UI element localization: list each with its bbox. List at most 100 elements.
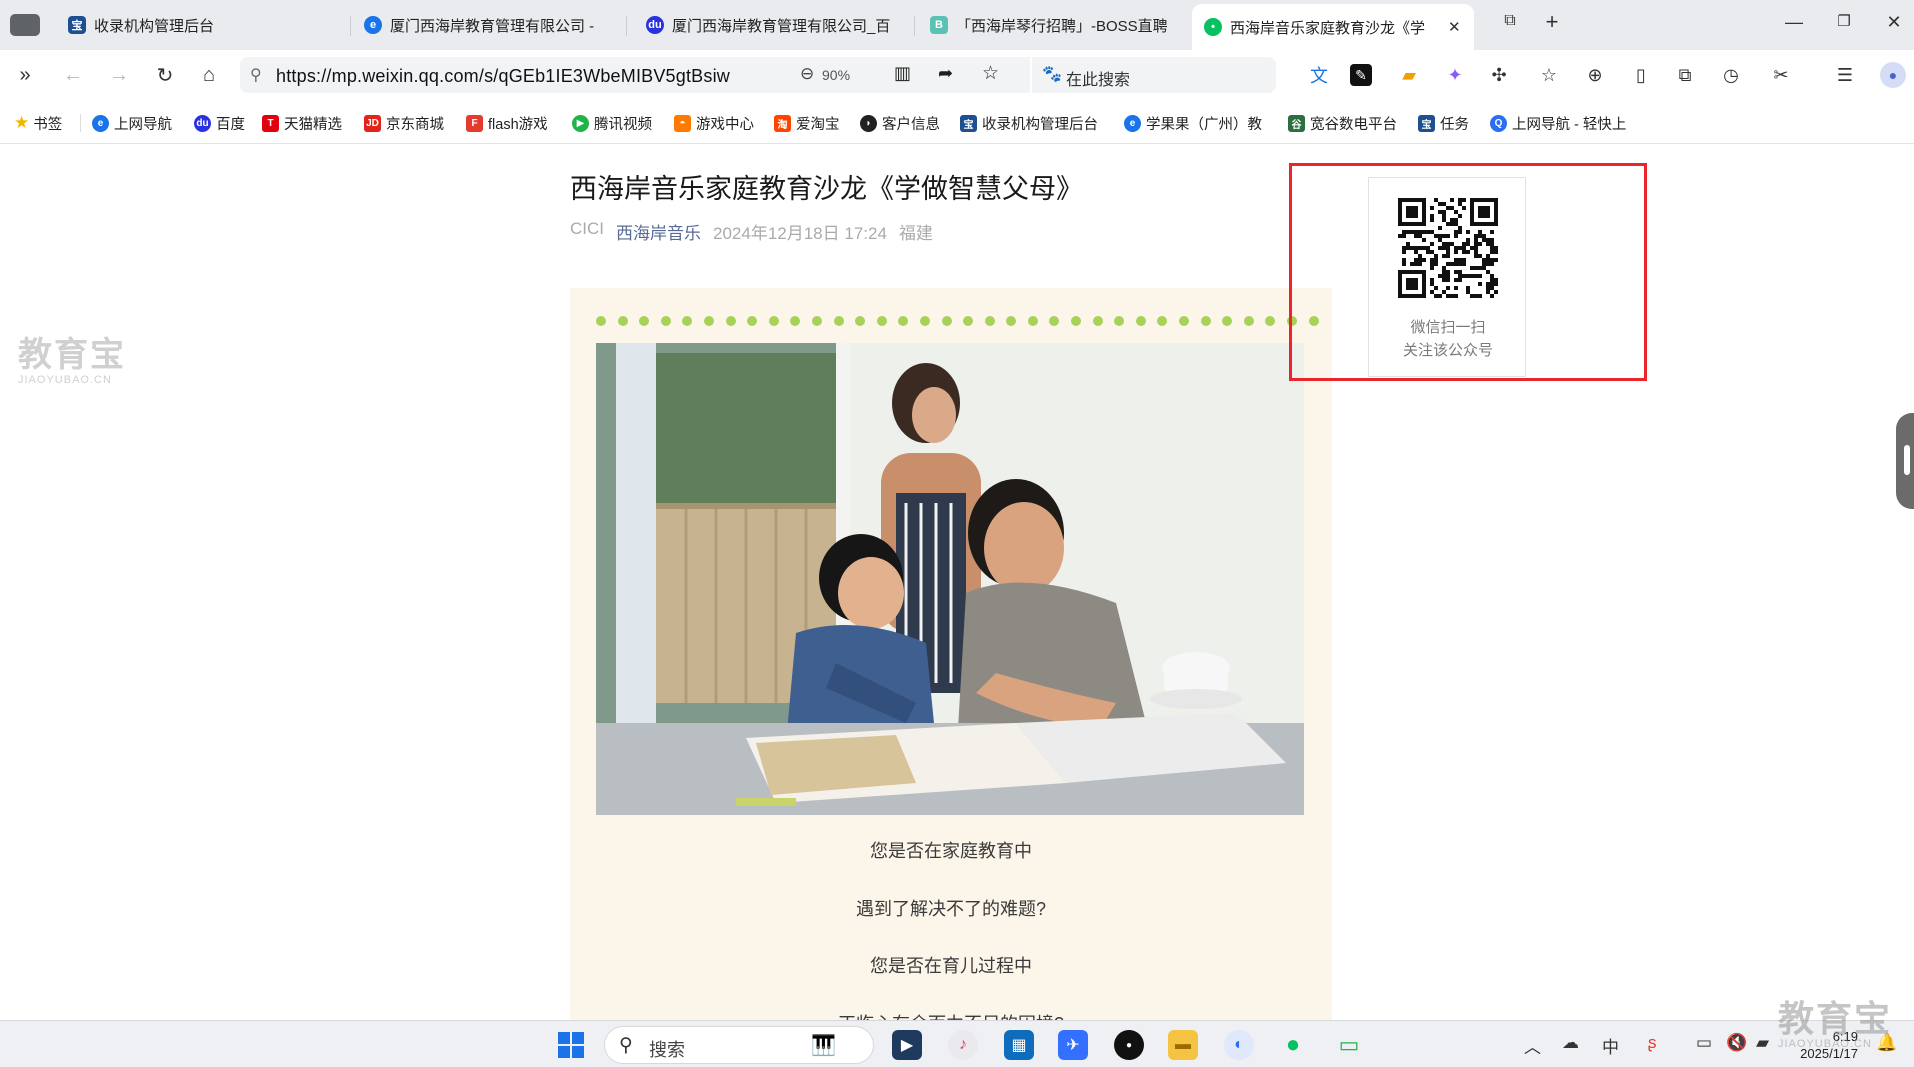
tab-workspace-icon[interactable]	[10, 14, 40, 36]
search-icon: ⚲	[250, 67, 262, 84]
decorative-dot	[898, 316, 909, 326]
back-button[interactable]: ←	[60, 62, 86, 88]
decorative-dot	[596, 316, 606, 326]
download-icon[interactable]: ⊕	[1582, 62, 1608, 88]
screenshot-icon[interactable]: ✂	[1768, 62, 1794, 88]
bookmark-item[interactable]: Q 上网导航 - 轻快上	[1490, 112, 1638, 134]
bookmark-item[interactable]: ◓ 游戏中心	[674, 112, 754, 134]
decorative-dot-row	[596, 316, 1319, 326]
cloud-icon[interactable]: ☁	[1562, 1033, 1579, 1053]
taskbar-search[interactable]: ⚲ 搜索 🎹	[604, 1026, 874, 1064]
bookmark-item[interactable]: 宝 收录机构管理后台	[960, 112, 1098, 134]
windows-start-icon[interactable]	[556, 1030, 586, 1060]
edge-icon: e	[1124, 114, 1141, 132]
decorative-dot	[747, 316, 758, 326]
folder-icon[interactable]: ▰	[1396, 62, 1422, 88]
bookmark-item[interactable]: 淘 爱淘宝	[774, 112, 840, 134]
feishu-icon[interactable]: ✈	[1058, 1030, 1088, 1060]
close-window-button[interactable]: ✕	[1882, 12, 1906, 33]
bookmark-item[interactable]: 谷 宽谷数电平台	[1288, 112, 1397, 134]
sidebar-toggle-icon[interactable]: »	[12, 62, 38, 88]
restore-button[interactable]: ❐	[1832, 12, 1856, 30]
display-icon[interactable]: ▭	[1696, 1033, 1712, 1053]
ime-indicator[interactable]: 中	[1602, 1033, 1619, 1058]
bookmark-item[interactable]: e 上网导航	[92, 112, 172, 134]
decorative-dot	[1049, 316, 1060, 326]
mute-volume-icon[interactable]: 🔇	[1726, 1033, 1747, 1053]
forward-button[interactable]: →	[106, 62, 132, 88]
screen-share-icon[interactable]: ▭	[1334, 1030, 1364, 1060]
bookmark-item[interactable]: e 学果果（广州）教	[1124, 112, 1268, 134]
history-icon[interactable]: ◷	[1718, 62, 1744, 88]
tab-actions-icon[interactable]: ⧉	[1498, 12, 1522, 30]
highlight-frame	[1289, 163, 1647, 381]
side-drawer-handle[interactable]	[1896, 413, 1914, 509]
bookmark-star-icon[interactable]: ☆	[1536, 62, 1562, 88]
translate-icon[interactable]: 文	[1306, 62, 1332, 88]
baidu-paw-icon: du	[646, 16, 664, 34]
gamepad-icon: ◓	[674, 114, 691, 132]
phone-icon[interactable]: ▯	[1628, 62, 1654, 88]
favorite-star-icon[interactable]: ☆	[982, 62, 999, 85]
draw-icon[interactable]: ✎	[1350, 64, 1372, 86]
tab-company[interactable]: e 厦门西海岸教育管理有限公司 -	[352, 6, 622, 44]
wechat-icon[interactable]: ●	[1278, 1030, 1308, 1060]
reader-mode-icon[interactable]: ▥	[894, 63, 911, 84]
collections-icon[interactable]: ⧉	[1672, 62, 1698, 88]
bookmark-label: 腾讯视频	[594, 116, 652, 133]
extensions-icon[interactable]: ✣	[1486, 62, 1512, 88]
home-button[interactable]: ⌂	[196, 62, 222, 88]
bookmark-label: 爱淘宝	[796, 116, 840, 133]
article-paragraph: 正临心有余而力不足的困境?	[570, 1010, 1332, 1020]
bookmark-label: 宽谷数电平台	[1310, 116, 1397, 133]
bookmark-item[interactable]: ▶ 腾讯视频	[572, 112, 652, 134]
search-engine-box[interactable]: 🐾 在此搜索	[1030, 57, 1276, 93]
minimize-button[interactable]: —	[1782, 12, 1806, 33]
decorative-dot	[833, 316, 844, 326]
media-player-icon[interactable]: ▶	[892, 1030, 922, 1060]
zoom-icon[interactable]: ⊖	[800, 64, 814, 84]
bookmark-label: flash游戏	[488, 116, 548, 133]
app-icon[interactable]: ●	[1114, 1030, 1144, 1060]
tab-boss[interactable]: B 「西海岸琴行招聘」-BOSS直聘	[918, 6, 1186, 44]
file-explorer-icon[interactable]: ▬	[1168, 1030, 1198, 1060]
bookmark-item[interactable]: F flash游戏	[466, 112, 548, 134]
new-tab-button[interactable]: +	[1540, 9, 1564, 35]
baidu-paw-icon[interactable]: 🐾	[1042, 64, 1062, 84]
decorative-dot	[1243, 316, 1254, 326]
bookmark-item[interactable]: JD 京东商城	[364, 112, 444, 134]
browser-icon[interactable]: ◐	[1224, 1030, 1254, 1060]
account-link[interactable]: 西海岸音乐	[616, 219, 701, 244]
bookmark-label: 书签	[33, 116, 63, 133]
tab-baidu[interactable]: du 厦门西海岸教育管理有限公司_百	[634, 6, 912, 44]
avatar[interactable]: ●	[1880, 62, 1906, 88]
wechat-icon: •	[1204, 18, 1222, 36]
menu-icon[interactable]: ☰	[1832, 62, 1858, 88]
url-text[interactable]: https://mp.weixin.qq.com/s/qGEb1IE3WbeMI…	[276, 66, 730, 87]
address-bar[interactable]: ⚲ https://mp.weixin.qq.com/s/qGEb1IE3Wbe…	[240, 57, 1276, 93]
music-app-icon[interactable]: ♪	[948, 1030, 978, 1060]
bookmark-item[interactable]: du 百度	[194, 112, 245, 134]
publish-datetime: 2024年12月18日 17:24	[713, 224, 887, 243]
watermark-en: JIAOYUBAO.CN	[18, 374, 112, 386]
search-placeholder: 在此搜索	[1066, 72, 1131, 89]
bookmark-item[interactable]: ★ 书签	[14, 112, 62, 134]
taskbar-search-label: 搜索	[649, 1040, 685, 1060]
store-icon[interactable]: ▦	[1004, 1030, 1034, 1060]
decorative-dot	[790, 316, 801, 326]
tab-admin[interactable]: 宝 收录机构管理后台	[56, 6, 346, 44]
bookmark-item[interactable]: T 天猫精选	[262, 112, 342, 134]
bookmark-item[interactable]: 宝 任务	[1418, 112, 1469, 134]
chevron-up-icon[interactable]: ︿	[1524, 1033, 1541, 1058]
edge-icon: e	[364, 16, 382, 34]
tab-wechat-article[interactable]: • 西海岸音乐家庭教育沙龙《学 ✕	[1192, 4, 1474, 50]
watermark: 教育宝 JIAOYUBAO.CN	[18, 327, 126, 386]
reload-button[interactable]: ↻	[152, 62, 178, 88]
close-icon[interactable]: ✕	[1448, 18, 1461, 36]
ai-sparkle-icon[interactable]: ✦	[1442, 62, 1468, 88]
bookmark-item[interactable]: ◗ 客户信息	[860, 112, 940, 134]
share-icon[interactable]: ➦	[938, 63, 953, 84]
decorative-dot	[617, 316, 628, 326]
article-photo	[596, 343, 1304, 815]
wps-icon[interactable]: ʂ	[1648, 1033, 1657, 1053]
